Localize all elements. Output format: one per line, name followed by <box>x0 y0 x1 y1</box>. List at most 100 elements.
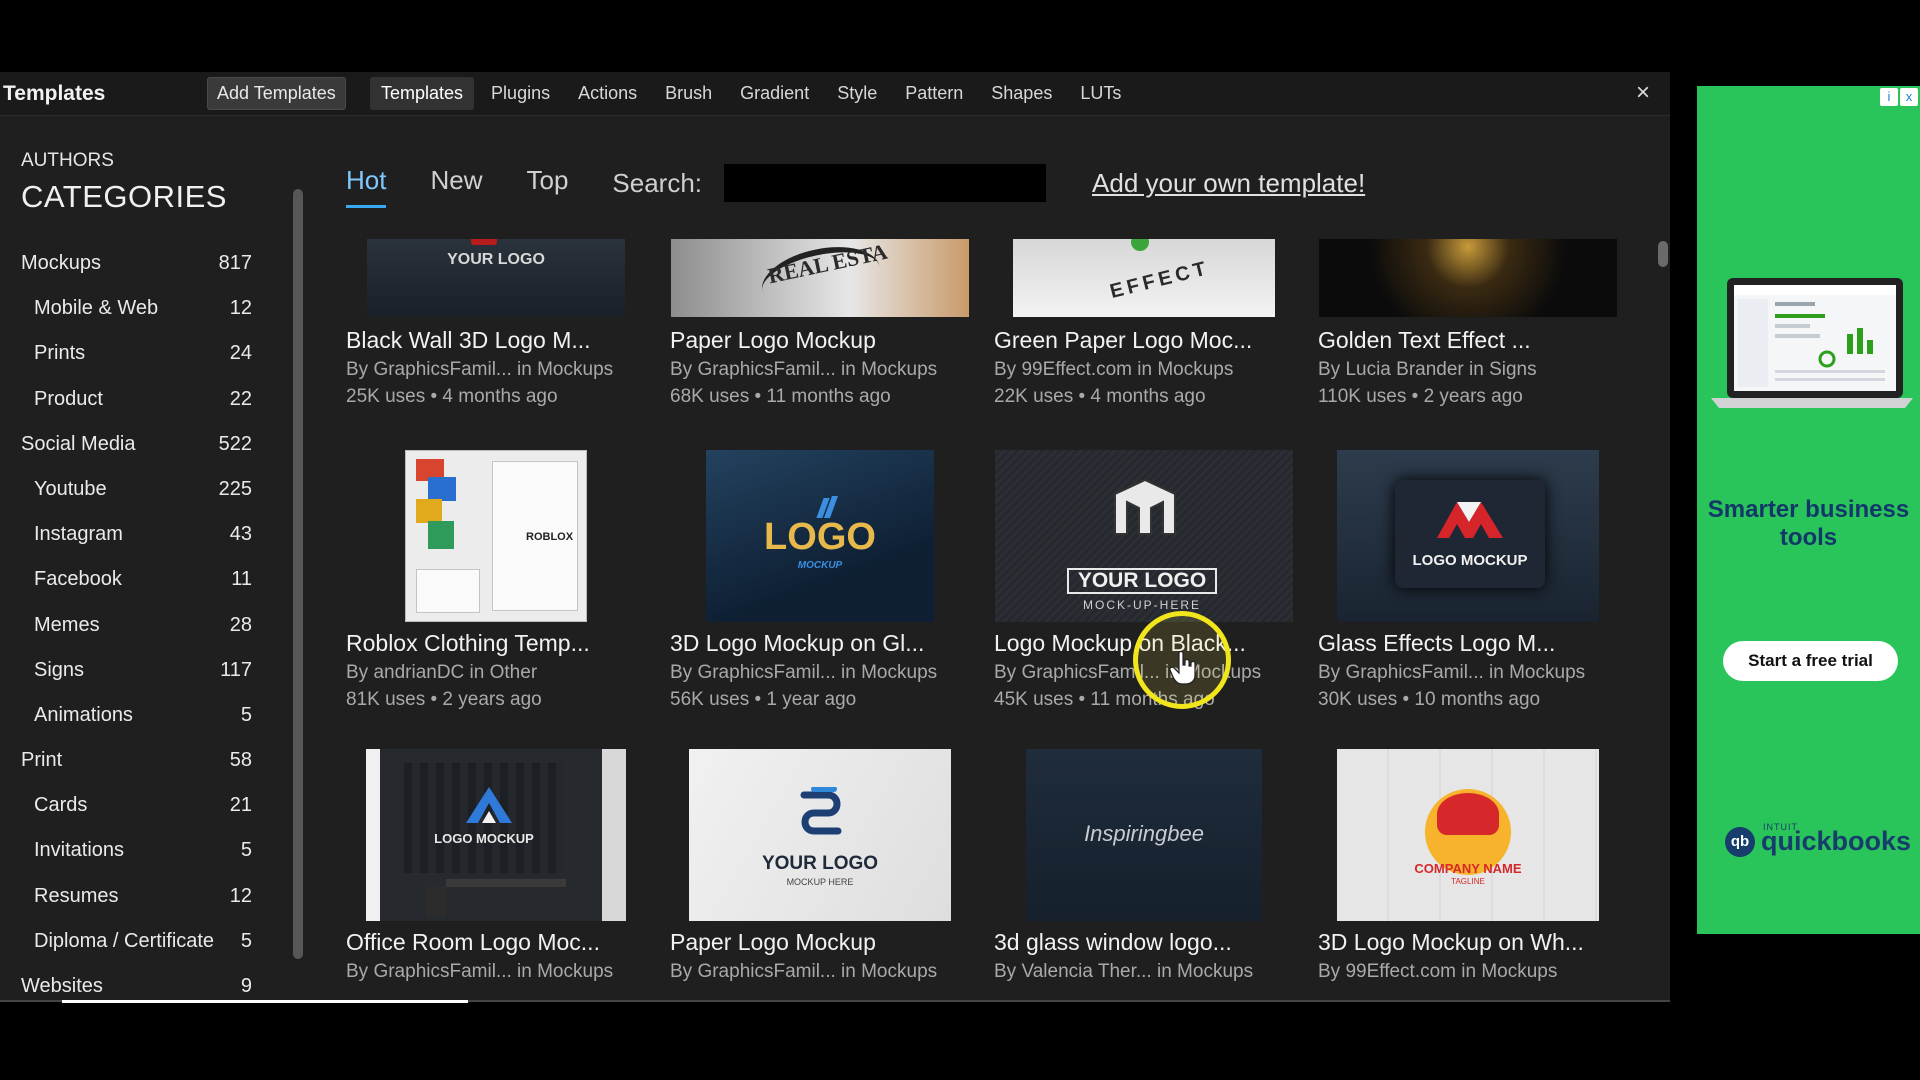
template-thumbnail[interactable]: COMPANY NAME TAGLINE <box>1318 745 1618 921</box>
hand-cursor-icon <box>1169 651 1196 685</box>
template-stats: 30K uses • 10 months ago <box>1318 689 1541 710</box>
template-title[interactable]: 3D Logo Mockup on Gl... <box>670 630 924 657</box>
tab-templates[interactable]: Templates <box>370 77 475 110</box>
template-title[interactable]: Golden Text Effect ... <box>1318 327 1531 354</box>
template-thumbnail[interactable]: YOUR LOGO MOCKUP HERE <box>670 745 970 921</box>
categories-sidebar: AUTHORS CATEGORIES Mockups 817 Mobile & We… <box>0 117 292 1000</box>
template-title[interactable]: Roblox Clothing Temp... <box>346 630 590 657</box>
laptop-illustration <box>1711 278 1913 408</box>
tab-luts[interactable]: LUTs <box>1069 77 1132 110</box>
category-item[interactable]: Instagram 43 <box>0 513 292 558</box>
thumb-text: ROBLOX <box>526 531 574 543</box>
template-thumbnail[interactable]: YOUR LOGO <box>346 239 646 319</box>
template-stats: 25K uses • 4 months ago <box>346 386 558 407</box>
template-card[interactable]: EFFECT Green Paper Logo Moc... By 99Effec… <box>994 199 1294 439</box>
tab-brush[interactable]: Brush <box>654 77 723 110</box>
thumb-text: LOGO <box>764 516 876 558</box>
category-item[interactable]: Animations 5 <box>0 694 292 739</box>
ad-panel[interactable]: i x Smarter business tools Start a free … <box>1697 86 1920 934</box>
template-card[interactable]: LOGO MOCKUP Glass Effects Logo M... By Gr… <box>1318 446 1618 710</box>
template-byline: By GraphicsFamil... in Mockups <box>670 359 938 380</box>
category-label: Product <box>34 387 103 410</box>
template-thumbnail[interactable]: LOGO MOCKUP <box>346 745 646 921</box>
start-free-trial-button[interactable]: Start a free trial <box>1723 641 1898 681</box>
template-byline: By GraphicsFamil... in Mockups <box>670 961 938 982</box>
category-item[interactable]: Prints 24 <box>0 332 292 377</box>
category-item[interactable]: Signs 117 <box>0 649 292 694</box>
template-thumbnail[interactable]: YOUR LOGO MOCK-UP-HERE <box>994 446 1294 622</box>
ad-close-icon[interactable]: x <box>1900 88 1918 106</box>
category-item[interactable]: Cards 21 <box>0 784 292 829</box>
category-item[interactable]: Mobile & Web 12 <box>0 287 292 332</box>
category-count: 5 <box>240 703 252 726</box>
template-thumbnail[interactable]: REAL ESTA <box>670 239 970 319</box>
category-label: Diploma / Certificate <box>34 929 215 952</box>
template-card[interactable]: LOGO MOCKUP 3D Logo Mockup on Gl... By Gr… <box>670 446 970 710</box>
category-item[interactable]: Print 58 <box>0 739 292 784</box>
thumb-text: EFFECT <box>1107 257 1212 303</box>
tab-plugins[interactable]: Plugins <box>480 77 561 110</box>
category-item[interactable]: Product 22 <box>0 378 292 423</box>
template-byline: By 99Effect.com in Mockups <box>994 359 1234 380</box>
category-item[interactable]: Resumes 12 <box>0 875 292 920</box>
intuit-label: INTUIT <box>1763 822 1798 832</box>
category-label: Signs <box>34 658 85 681</box>
tab-shapes[interactable]: Shapes <box>980 77 1063 110</box>
ad-info-icon[interactable]: i <box>1880 88 1898 106</box>
category-item[interactable]: Mockups 817 <box>0 242 292 287</box>
template-card[interactable]: LOGO MOCKUP Office Room Logo Moc... By G… <box>346 745 646 985</box>
content-scrollbar[interactable] <box>1658 241 1668 267</box>
template-thumbnail[interactable]: LOGO MOCKUP <box>670 446 970 622</box>
template-title[interactable]: Office Room Logo Moc... <box>346 929 600 956</box>
template-card[interactable]: YOUR LOGO Black Wall 3D Logo M... By Grap… <box>346 199 646 439</box>
subtab-top[interactable]: Top <box>526 165 568 202</box>
template-thumbnail[interactable]: ROBLOX <box>346 446 646 622</box>
category-label: Invitations <box>34 839 125 862</box>
search-input[interactable] <box>724 164 1047 202</box>
category-label: Youtube <box>34 477 107 500</box>
template-card[interactable]: YOUR LOGO MOCKUP HERE Paper Logo Mockup B… <box>670 745 970 985</box>
ad-headline: Smarter business tools <box>1707 496 1910 551</box>
close-icon[interactable]: × <box>1628 78 1658 108</box>
template-card[interactable]: Inspiringbee 3d glass window logo... By V… <box>994 745 1294 985</box>
horizontal-scroll-indicator[interactable] <box>62 1000 468 1003</box>
template-thumbnail[interactable] <box>1318 239 1618 319</box>
subtab-new[interactable]: New <box>430 165 482 202</box>
subtab-hot[interactable]: Hot <box>346 165 387 208</box>
category-item[interactable]: Facebook 11 <box>0 558 292 603</box>
template-title[interactable]: Glass Effects Logo M... <box>1318 630 1555 657</box>
thumb-text: YOUR LOGO <box>761 853 879 874</box>
template-title[interactable]: Green Paper Logo Moc... <box>994 327 1252 354</box>
template-thumbnail[interactable]: EFFECT <box>994 239 1294 319</box>
tab-pattern[interactable]: Pattern <box>894 77 974 110</box>
template-title[interactable]: Paper Logo Mockup <box>670 929 876 956</box>
tab-style[interactable]: Style <box>826 77 888 110</box>
template-card[interactable]: Golden Text Effect ... By Lucia Brander … <box>1318 199 1618 439</box>
template-thumbnail[interactable]: LOGO MOCKUP <box>1318 446 1618 622</box>
add-own-template-link[interactable]: Add your own template! <box>1092 168 1365 199</box>
category-label: Print <box>21 749 63 772</box>
category-item[interactable]: Invitations 5 <box>0 829 292 874</box>
template-title[interactable]: 3d glass window logo... <box>994 929 1232 956</box>
sidebar-scrollbar[interactable] <box>293 189 303 959</box>
template-card[interactable]: REAL ESTA Paper Logo Mockup By GraphicsFa… <box>670 199 970 439</box>
tab-gradient[interactable]: Gradient <box>729 77 820 110</box>
authors-link[interactable]: AUTHORS <box>21 150 114 172</box>
add-templates-button[interactable]: Add Templates <box>207 77 346 110</box>
category-item[interactable]: Websites 9 <box>0 965 292 1000</box>
template-thumbnail[interactable]: Inspiringbee <box>994 745 1294 921</box>
category-item[interactable]: Memes 28 <box>0 604 292 649</box>
category-count: 12 <box>229 297 252 320</box>
category-item[interactable]: Social Media 522 <box>0 423 292 468</box>
template-title[interactable]: Paper Logo Mockup <box>670 327 876 354</box>
category-item[interactable]: Youtube 225 <box>0 468 292 513</box>
category-label: Resumes <box>34 884 119 907</box>
template-card[interactable]: COMPANY NAME TAGLINE 3D Logo Mockup on Wh… <box>1318 745 1618 985</box>
template-title[interactable]: Black Wall 3D Logo M... <box>346 327 591 354</box>
tab-actions[interactable]: Actions <box>567 77 648 110</box>
template-card[interactable]: ROBLOX Roblox Clothing Temp... By andrian… <box>346 446 646 710</box>
template-byline: By GraphicsFamil... in Mockups <box>346 961 614 982</box>
thumb-text: Inspiringbee <box>1084 821 1204 846</box>
template-title[interactable]: 3D Logo Mockup on Wh... <box>1318 929 1584 956</box>
category-item[interactable]: Diploma / Certificate 5 <box>0 920 292 965</box>
